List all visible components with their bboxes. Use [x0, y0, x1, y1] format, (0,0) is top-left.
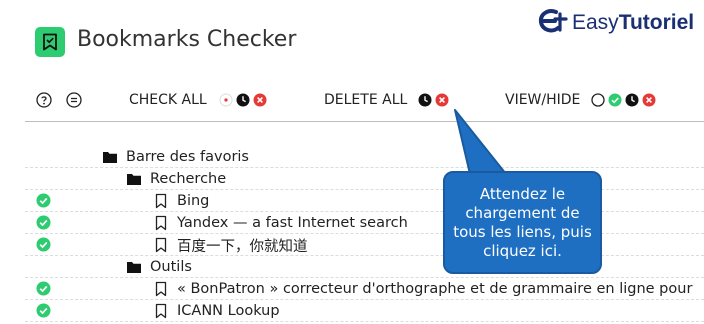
- delete-all-button[interactable]: DELETE ALL: [324, 92, 407, 108]
- progress-dot-icon: [219, 93, 233, 107]
- page-title: Bookmarks Checker: [77, 27, 297, 52]
- menu-button[interactable]: [66, 86, 82, 114]
- tree-row-folder[interactable]: Outils: [25, 256, 704, 278]
- view-hide-group: VIEW/HIDE: [505, 86, 656, 114]
- folder-icon: [126, 171, 142, 187]
- tree-row-bookmark[interactable]: ICANN Lookup: [25, 300, 704, 322]
- easytutoriel-logo-icon: [538, 9, 568, 33]
- tree-row-folder[interactable]: Barre des favoris: [25, 146, 704, 168]
- delete-all-group: DELETE ALL: [324, 86, 449, 114]
- folder-icon: [126, 259, 142, 275]
- bookmark-check-icon: [43, 33, 57, 51]
- tree-row-bookmark[interactable]: 百度一下，你就知道: [25, 234, 704, 256]
- brand-logo: EasyTutoriel: [536, 6, 694, 40]
- toolbar: CHECK ALL DELETE ALL VIEW/HIDE: [0, 86, 704, 114]
- app-logo-icon: [35, 27, 65, 57]
- help-button[interactable]: [36, 86, 52, 114]
- tree-row-label: Bing: [177, 193, 210, 209]
- check-circle-icon: [36, 193, 51, 208]
- tree-row-label: ICANN Lookup: [177, 303, 280, 319]
- error-icon[interactable]: [253, 93, 267, 107]
- tree-row-label: Yandex — a fast Internet search: [177, 215, 408, 231]
- check-circle-icon: [36, 303, 51, 318]
- check-all-button[interactable]: CHECK ALL: [129, 92, 207, 108]
- tree-row-label: « BonPatron » correcteur d'orthographe e…: [177, 281, 693, 297]
- tree-row-label: 百度一下，你就知道: [177, 238, 308, 255]
- clock-icon[interactable]: [236, 93, 250, 107]
- check-circle-icon[interactable]: [608, 93, 622, 107]
- empty-circle-icon[interactable]: [591, 93, 606, 107]
- bookmark-icon: [153, 281, 169, 297]
- folder-icon: [102, 149, 118, 165]
- tree-row-label: Outils: [150, 259, 192, 275]
- clock-icon[interactable]: [418, 93, 432, 107]
- clock-icon[interactable]: [625, 93, 639, 107]
- callout-text: Attendez le chargement de tous les liens…: [453, 184, 592, 260]
- tree-row-bookmark[interactable]: « BonPatron » correcteur d'orthographe e…: [25, 278, 704, 300]
- brand-name: EasyTutoriel: [572, 11, 694, 35]
- tree-row-label: Recherche: [150, 171, 227, 187]
- check-circle-icon: [36, 237, 51, 252]
- check-circle-icon: [36, 215, 51, 230]
- check-all-group: CHECK ALL: [129, 86, 267, 114]
- tree-row-bookmark[interactable]: Bing: [25, 190, 704, 212]
- tree-row-folder[interactable]: Recherche: [25, 168, 704, 190]
- tree-row-bookmark[interactable]: Yandex — a fast Internet search: [25, 212, 704, 234]
- view-hide-button[interactable]: VIEW/HIDE: [505, 92, 580, 108]
- equals-circle-icon: [66, 92, 82, 108]
- check-circle-icon: [36, 281, 51, 296]
- callout-tooltip: Attendez le chargement de tous les liens…: [443, 171, 602, 274]
- toolbar-divider: [25, 121, 704, 122]
- tree-row-label: Barre des favoris: [126, 149, 249, 165]
- error-icon[interactable]: [642, 93, 656, 107]
- error-icon[interactable]: [435, 93, 449, 107]
- question-circle-icon: [36, 92, 52, 108]
- brand-name-light: Easy: [572, 11, 619, 34]
- bookmark-icon: [153, 215, 169, 231]
- brand-name-bold: Tutoriel: [618, 11, 695, 34]
- bookmark-icon: [153, 303, 169, 319]
- bookmark-icon: [153, 237, 169, 253]
- bookmark-icon: [153, 193, 169, 209]
